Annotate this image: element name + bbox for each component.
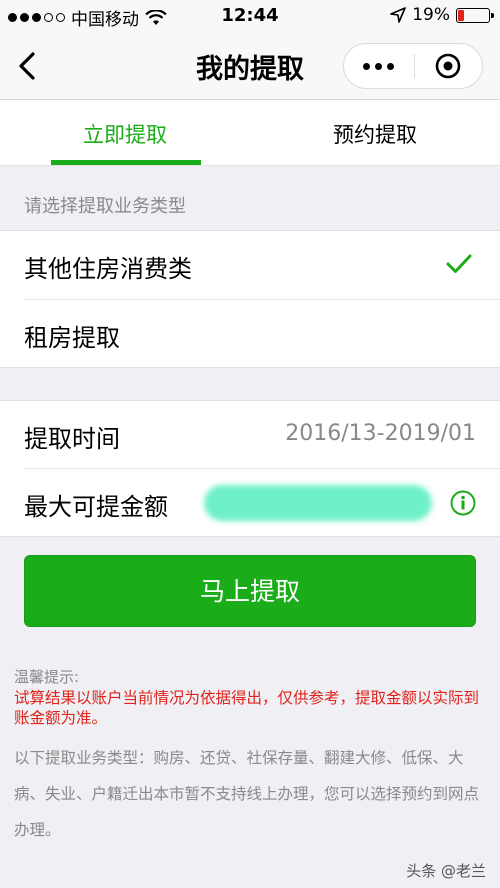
tab-bar: 立即提取 预约提取 xyxy=(0,100,500,166)
tab-immediate-withdraw[interactable]: 立即提取 xyxy=(0,100,250,166)
withdraw-time-value: 2016/13-2019/01 xyxy=(285,421,476,446)
business-option-housing[interactable]: 其他住房消费类 xyxy=(0,231,500,299)
battery-percent: 19% xyxy=(412,5,450,25)
option-label: 租房提取 xyxy=(24,324,120,352)
info-icon[interactable] xyxy=(450,490,476,516)
watermark: 头条 @老兰 xyxy=(406,862,486,880)
close-target-icon xyxy=(435,53,461,79)
tab-scheduled-withdraw[interactable]: 预约提取 xyxy=(250,100,500,166)
business-type-list: 其他住房消费类 租房提取 xyxy=(0,230,500,368)
max-amount-row: 最大可提金额 xyxy=(0,469,500,537)
check-icon xyxy=(446,254,472,273)
withdraw-time-row: 提取时间 2016/13-2019/01 xyxy=(0,401,500,469)
max-amount-label: 最大可提金额 xyxy=(24,493,168,521)
status-bar: 中国移动 12:44 19% xyxy=(0,0,500,32)
option-label: 其他住房消费类 xyxy=(24,255,192,283)
tips-warning: 试算结果以账户当前情况为依据得出，仅供参考，提取金额以实际到账金额为准。 xyxy=(14,689,480,727)
more-dots-icon xyxy=(363,62,371,70)
withdraw-now-button[interactable]: 马上提取 xyxy=(24,555,476,627)
mini-program-capsule xyxy=(343,43,483,89)
close-button[interactable] xyxy=(415,44,483,88)
nav-bar: 我的提取 xyxy=(0,32,500,100)
withdraw-time-label: 提取时间 xyxy=(24,425,120,453)
battery-icon xyxy=(456,7,494,23)
withdraw-details: 提取时间 2016/13-2019/01 最大可提金额 xyxy=(0,400,500,537)
location-arrow-icon xyxy=(390,7,407,23)
business-option-rent[interactable]: 租房提取 xyxy=(0,300,500,368)
tips-body: 以下提取业务类型：购房、还贷、社保存量、翻建大修、低保、大病、失业、户籍迁出本市… xyxy=(14,749,480,839)
max-amount-redacted xyxy=(204,485,432,521)
tips-title: 温馨提示: xyxy=(14,668,80,686)
more-button[interactable] xyxy=(344,44,414,88)
active-tab-indicator xyxy=(51,160,201,165)
section-label: 请选择提取业务类型 xyxy=(24,196,186,217)
battery-fill xyxy=(458,9,464,21)
